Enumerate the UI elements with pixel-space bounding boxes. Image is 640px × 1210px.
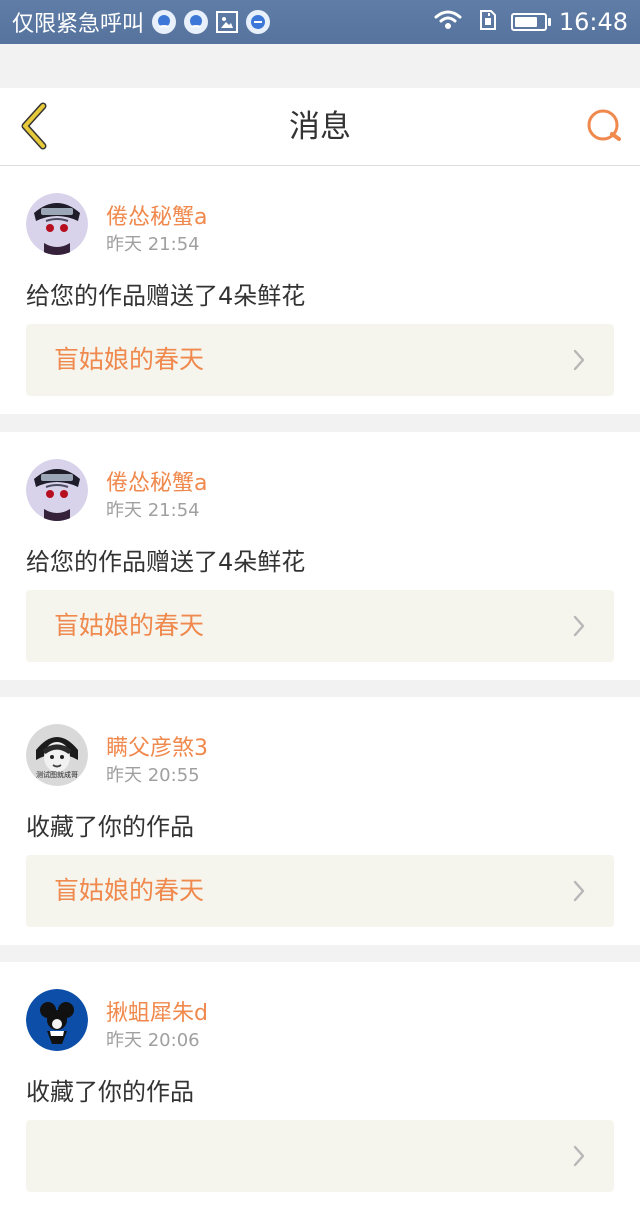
- work-title: 盲姑娘的春天: [54, 345, 205, 374]
- status-bar: 仅限紧急呼叫 16:48: [0, 0, 640, 44]
- message-card: 揪蛆犀朱d 昨天 20:06 收藏了你的作品: [0, 962, 640, 1210]
- battery-icon: [510, 13, 551, 31]
- message-card: 测试图就成哥 瞒父彦煞3 昨天 20:55 收藏了你的作品 盲姑娘的春天: [0, 697, 640, 945]
- chevron-right-icon: [573, 880, 585, 902]
- work-title: 盲姑娘的春天: [54, 876, 205, 905]
- avatar[interactable]: 测试图就成哥: [26, 724, 88, 786]
- header-gap: [0, 44, 640, 88]
- chevron-right-icon: [573, 1145, 585, 1167]
- ninja-avatar-icon: [26, 193, 88, 255]
- message-action: 收藏了你的作品: [26, 1078, 194, 1106]
- message-card: 倦怂秘蟹a 昨天 21:54 给您的作品赠送了4朵鲜花 盲姑娘的春天: [0, 432, 640, 680]
- gallery-icon: [216, 11, 239, 33]
- search-icon: [587, 109, 621, 141]
- chevron-right-icon: [573, 615, 585, 637]
- username[interactable]: 倦怂秘蟹a: [106, 199, 207, 231]
- qq-message-icon: [184, 10, 209, 34]
- username[interactable]: 瞒父彦煞3: [106, 730, 208, 762]
- battery-level: [514, 17, 538, 27]
- avatar[interactable]: [26, 989, 88, 1051]
- message-time: 昨天 21:54: [106, 234, 200, 255]
- work-link[interactable]: 盲姑娘的春天: [26, 324, 614, 396]
- avatar[interactable]: [26, 193, 88, 255]
- qq-notification-icon: [152, 10, 177, 34]
- sim-card-icon: [475, 8, 499, 36]
- wifi-icon: [433, 9, 463, 35]
- message-card: 倦怂秘蟹a 昨天 21:54 给您的作品赠送了4朵鲜花 盲姑娘的春天: [0, 166, 640, 414]
- browser-icon: [246, 10, 271, 34]
- nav-bar: 消息: [0, 88, 640, 166]
- work-link[interactable]: 盲姑娘的春天: [26, 590, 614, 662]
- message-action: 给您的作品赠送了4朵鲜花: [26, 282, 306, 310]
- work-title: 盲姑娘的春天: [54, 611, 205, 640]
- username[interactable]: 倦怂秘蟹a: [106, 465, 207, 497]
- mickey-avatar-icon: [26, 989, 88, 1051]
- page-title: 消息: [289, 109, 351, 145]
- message-action: 收藏了你的作品: [26, 813, 194, 841]
- work-link[interactable]: [26, 1120, 614, 1192]
- avatar-caption: 测试图就成哥: [36, 770, 78, 779]
- message-action: 给您的作品赠送了4朵鲜花: [26, 548, 306, 576]
- ninja-avatar-icon: [26, 459, 88, 521]
- message-time: 昨天 20:55: [106, 765, 200, 786]
- clock: 16:48: [558, 8, 628, 36]
- status-left: 仅限紧急呼叫: [12, 0, 271, 44]
- chevron-right-icon: [573, 349, 585, 371]
- work-link[interactable]: 盲姑娘的春天: [26, 855, 614, 927]
- message-time: 昨天 21:54: [106, 500, 200, 521]
- username[interactable]: 揪蛆犀朱d: [106, 995, 208, 1027]
- search-button[interactable]: [584, 106, 626, 148]
- carrier-label: 仅限紧急呼叫: [12, 12, 145, 37]
- status-right: 16:48: [433, 0, 628, 44]
- avatar[interactable]: [26, 459, 88, 521]
- portrait-avatar-icon: 测试图就成哥: [26, 724, 88, 786]
- message-time: 昨天 20:06: [106, 1030, 200, 1051]
